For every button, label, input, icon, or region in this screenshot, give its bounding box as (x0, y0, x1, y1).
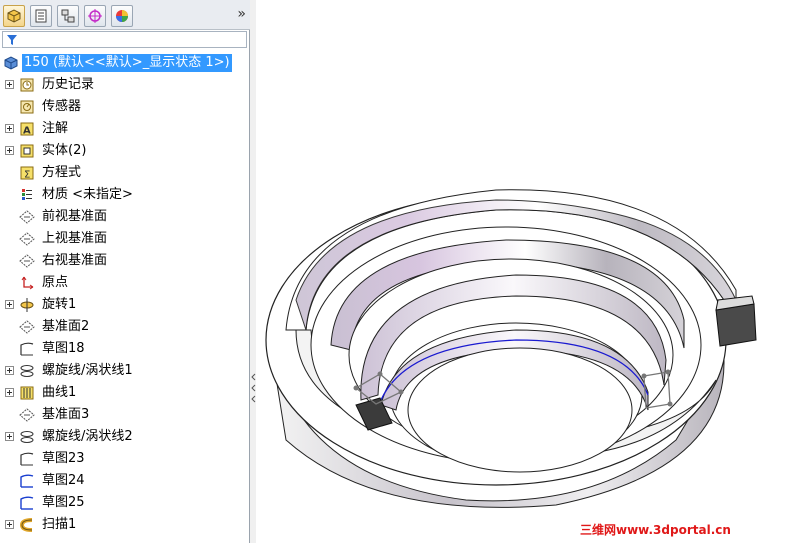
tree-item[interactable]: 草图23 (0, 448, 249, 470)
tree-item[interactable]: 实体(2) (0, 140, 249, 162)
tree-item[interactable]: 旋转1 (0, 294, 249, 316)
tree-root-part[interactable]: 150 (默认<<默认>_显示状态 1>) (0, 52, 249, 74)
tree-filter[interactable] (2, 31, 247, 48)
expand-icon[interactable] (5, 432, 14, 441)
tree-item-label: 方程式 (42, 165, 82, 180)
tree-item-label: 注解 (42, 121, 69, 136)
tree-item[interactable]: 基准面3 (0, 404, 249, 426)
part-icon (3, 55, 19, 71)
tree-item-label: 草图25 (42, 495, 85, 510)
tree-item-label: 历史记录 (42, 77, 95, 92)
sketch-blue-icon (19, 473, 35, 489)
helix-icon (19, 429, 35, 445)
tree-item[interactable]: 草图18 (0, 338, 249, 360)
tree-item-label: 草图24 (42, 473, 85, 488)
graphics-area[interactable] (256, 0, 799, 543)
tree-item[interactable]: 材质 <未指定> (0, 184, 249, 206)
tab-feature-manager[interactable] (3, 5, 25, 27)
sensor-icon (19, 99, 35, 115)
tree-item[interactable]: 前视基准面 (0, 206, 249, 228)
plane-icon (19, 231, 35, 247)
expand-icon[interactable] (5, 520, 14, 529)
tree-item-label: 曲线1 (42, 385, 77, 400)
tab-property-manager[interactable] (30, 5, 52, 27)
tree-item[interactable]: 历史记录 (0, 74, 249, 96)
feature-manager-panel: » 150 (默认<<默认>_显示状态 1>) 历史记录传感器 A 注解实体(2) Σ 方… (0, 0, 250, 543)
manager-tabs: » (0, 0, 250, 30)
spiral-model-view[interactable] (256, 0, 799, 543)
tree-item-label: 材质 <未指定> (42, 187, 133, 202)
sketch-icon (19, 451, 35, 467)
annotations-icon: A (19, 121, 35, 137)
tree-item[interactable]: 传感器 (0, 96, 249, 118)
tree-item[interactable]: Σ 方程式 (0, 162, 249, 184)
configuration-manager-icon (61, 9, 75, 23)
sweep-icon (19, 517, 35, 533)
tree-item[interactable]: A 注解 (0, 118, 249, 140)
site-watermark: 三维网www.3dportal.cn (580, 523, 731, 537)
tree-item-label: 实体(2) (42, 143, 87, 158)
expand-icon[interactable] (5, 300, 14, 309)
filter-icon (7, 35, 17, 45)
equations-icon: Σ (19, 165, 35, 181)
expand-icon[interactable] (5, 366, 14, 375)
tree-item-label: 原点 (42, 275, 69, 290)
tab-dimxpert-manager[interactable] (84, 5, 106, 27)
helix-icon (19, 363, 35, 379)
expand-icon[interactable] (5, 146, 14, 155)
tree-item[interactable]: 原点 (0, 272, 249, 294)
sketch-icon (19, 341, 35, 357)
tree-item-label: 基准面3 (42, 407, 90, 422)
tree-item[interactable]: 基准面2 (0, 316, 249, 338)
feature-manager-icon (7, 9, 21, 23)
svg-text:A: A (23, 126, 31, 137)
display-manager-icon (116, 10, 128, 22)
material-icon (19, 187, 35, 203)
plane-icon (19, 209, 35, 225)
tree-item[interactable]: 螺旋线/涡状线2 (0, 426, 249, 448)
tree-item[interactable]: 草图24 (0, 470, 249, 492)
plane-icon (19, 407, 35, 423)
tab-configuration-manager[interactable] (57, 5, 79, 27)
expand-icon[interactable] (5, 124, 14, 133)
tree-item-label: 螺旋线/涡状线1 (42, 363, 133, 378)
history-icon (19, 77, 35, 93)
tree-item[interactable]: 上视基准面 (0, 228, 249, 250)
tree-item-label: 旋转1 (42, 297, 77, 312)
tab-display-manager[interactable] (111, 5, 133, 27)
plane-icon (19, 319, 35, 335)
solid-bodies-icon (19, 143, 35, 159)
expand-icon[interactable] (5, 80, 14, 89)
tree-item-label: 扫描1 (42, 517, 77, 532)
dimxpert-icon (88, 9, 102, 23)
tree-item[interactable]: 曲线1 (0, 382, 249, 404)
tree-item-label: 草图23 (42, 451, 85, 466)
tree-item-label: 螺旋线/涡状线2 (42, 429, 133, 444)
plane-icon (19, 253, 35, 269)
tree-item-label: 传感器 (42, 99, 82, 114)
tree-item-label: 上视基准面 (42, 231, 108, 246)
tabs-overflow-button[interactable]: » (237, 6, 246, 22)
tree-item-label: 右视基准面 (42, 253, 108, 268)
property-manager-icon (35, 9, 47, 23)
tree-item[interactable]: 扫描1 (0, 514, 249, 536)
origin-icon (19, 275, 35, 291)
revolve-icon (19, 297, 35, 313)
tree-item[interactable]: 螺旋线/涡状线1 (0, 360, 249, 382)
tree-item-label: 基准面2 (42, 319, 90, 334)
tree-item[interactable]: 草图25 (0, 492, 249, 514)
tree-item-label: 150 (默认<<默认>_显示状态 1>) (22, 54, 232, 72)
curve-icon (19, 385, 35, 401)
expand-icon[interactable] (5, 388, 14, 397)
tree-item-label: 草图18 (42, 341, 85, 356)
svg-text:Σ: Σ (24, 170, 30, 181)
sketch-blue-icon (19, 495, 35, 511)
tree-item[interactable]: 右视基准面 (0, 250, 249, 272)
tree-item-label: 前视基准面 (42, 209, 108, 224)
